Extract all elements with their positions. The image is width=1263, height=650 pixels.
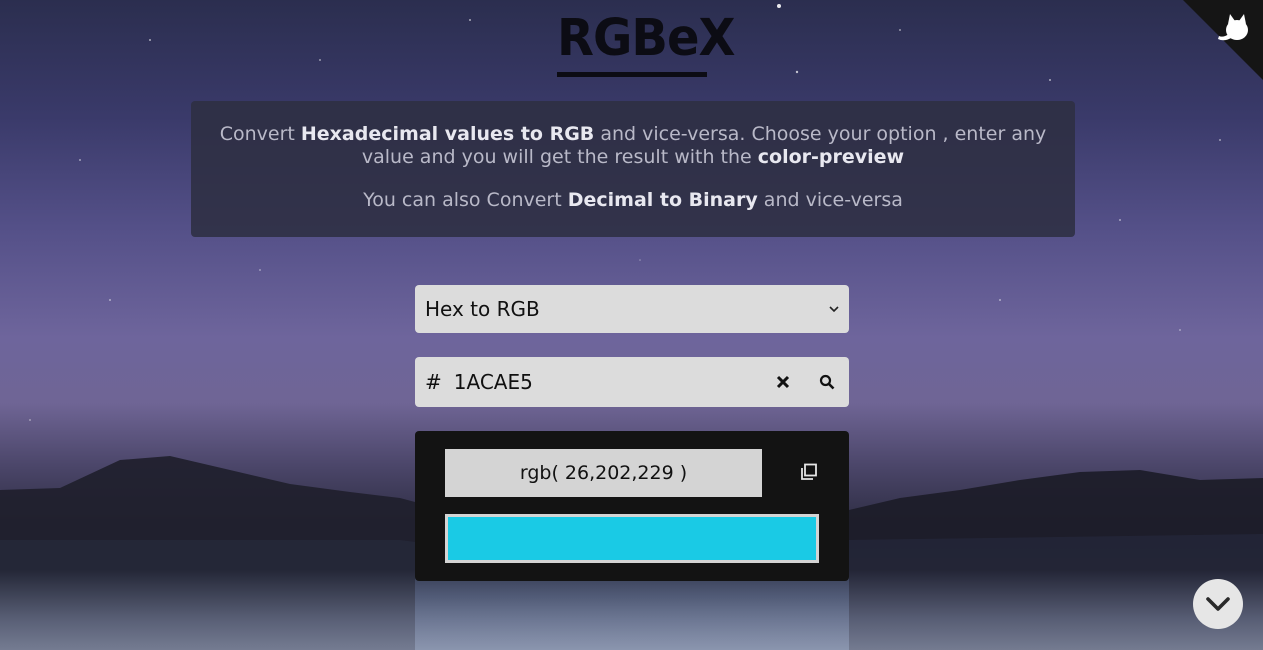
search-icon <box>819 374 835 390</box>
github-corner-link[interactable] <box>1183 0 1263 80</box>
info-panel: Convert Hexadecimal values to RGB and vi… <box>191 101 1075 237</box>
clear-button[interactable] <box>771 370 795 394</box>
scroll-down-button[interactable] <box>1193 579 1243 629</box>
mode-select[interactable]: Hex to RGB <box>415 285 849 333</box>
copy-button[interactable] <box>800 463 820 483</box>
hex-input-field[interactable]: # 1ACAE5 <box>415 357 849 407</box>
logo-underline <box>557 72 707 77</box>
hex-input-value[interactable]: 1ACAE5 <box>454 370 771 394</box>
copy-icon <box>801 463 817 480</box>
chevron-down-icon <box>829 301 839 317</box>
result-panel: rgb( 26,202,229 ) <box>415 431 849 581</box>
search-button[interactable] <box>815 370 839 394</box>
app-title: RGBeX <box>557 8 736 68</box>
chevron-down-icon <box>1206 597 1230 611</box>
mode-select-value: Hex to RGB <box>425 297 540 321</box>
hash-prefix: # <box>425 370 442 394</box>
info-line-1: Convert Hexadecimal values to RGB and vi… <box>219 123 1047 168</box>
close-icon <box>776 375 790 389</box>
info-line-2: You can also Convert Decimal to Binary a… <box>363 189 903 211</box>
rgb-result: rgb( 26,202,229 ) <box>445 449 762 497</box>
background-mist <box>0 570 1263 650</box>
color-preview <box>445 514 819 563</box>
app-logo: RGBeX <box>557 8 736 77</box>
